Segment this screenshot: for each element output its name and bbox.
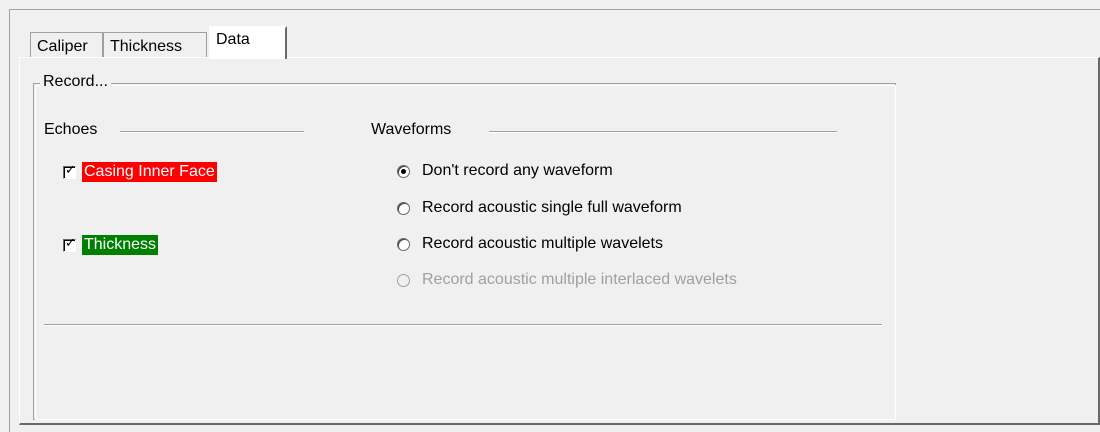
tab-thickness[interactable]: Thickness	[103, 32, 207, 60]
waveforms-heading-line	[489, 131, 837, 133]
checkbox-thickness[interactable]: ✓ Thickness	[63, 234, 159, 255]
radio-no-waveform-label: Don't record any waveform	[422, 162, 613, 179]
echoes-heading-line	[120, 131, 304, 133]
thickness-label: Thickness	[82, 235, 159, 255]
radio-button-disabled	[397, 273, 410, 287]
radio-interlaced-wavelets: Record acoustic multiple interlaced wave…	[397, 271, 737, 289]
waveforms-heading: Waveforms	[371, 121, 458, 139]
tab-panel-data: Record... Echoes Waveforms ✓ Casing Inne…	[19, 57, 1100, 425]
radio-dot-icon	[401, 168, 406, 174]
checkbox-casing-inner-face[interactable]: ✓ Casing Inner Face	[63, 162, 217, 182]
radio-button[interactable]	[397, 237, 410, 251]
record-group-box: Record... Echoes Waveforms ✓ Casing Inne…	[33, 73, 896, 420]
radio-no-waveform[interactable]: Don't record any waveform	[397, 162, 613, 180]
record-group-title: Record...	[40, 73, 111, 91]
tab-data[interactable]: Data	[209, 26, 287, 59]
radio-interlaced-wavelets-label: Record acoustic multiple interlaced wave…	[422, 271, 737, 288]
thickness-checkbox[interactable]: ✓	[63, 234, 76, 252]
checkmark-icon: ✓	[65, 234, 76, 250]
group-divider	[44, 324, 882, 326]
checkmark-icon: ✓	[65, 161, 76, 177]
radio-button-selected[interactable]	[397, 164, 410, 178]
casing-inner-face-checkbox[interactable]: ✓	[63, 161, 76, 179]
tab-caliper[interactable]: Caliper	[30, 32, 103, 60]
radio-multiple-wavelets-label: Record acoustic multiple wavelets	[422, 235, 663, 252]
radio-single-full-waveform-label: Record acoustic single full waveform	[422, 199, 682, 216]
radio-button[interactable]	[397, 201, 410, 215]
echoes-heading: Echoes	[44, 121, 104, 139]
radio-single-full-waveform[interactable]: Record acoustic single full waveform	[397, 199, 682, 217]
radio-multiple-wavelets[interactable]: Record acoustic multiple wavelets	[397, 235, 663, 253]
casing-inner-face-label: Casing Inner Face	[82, 162, 217, 182]
